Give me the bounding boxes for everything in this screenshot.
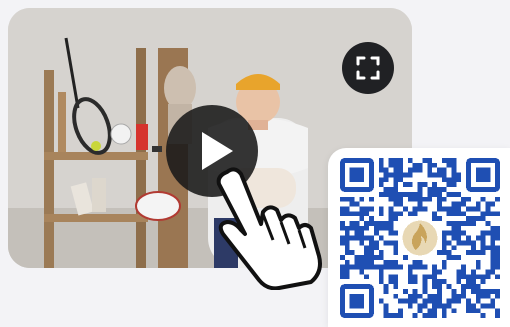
play-button[interactable] (166, 105, 258, 197)
fullscreen-button[interactable] (342, 42, 394, 94)
qr-code-card[interactable] (328, 148, 510, 327)
qr-code (340, 158, 500, 318)
play-icon (202, 132, 233, 170)
fullscreen-icon (356, 56, 380, 80)
